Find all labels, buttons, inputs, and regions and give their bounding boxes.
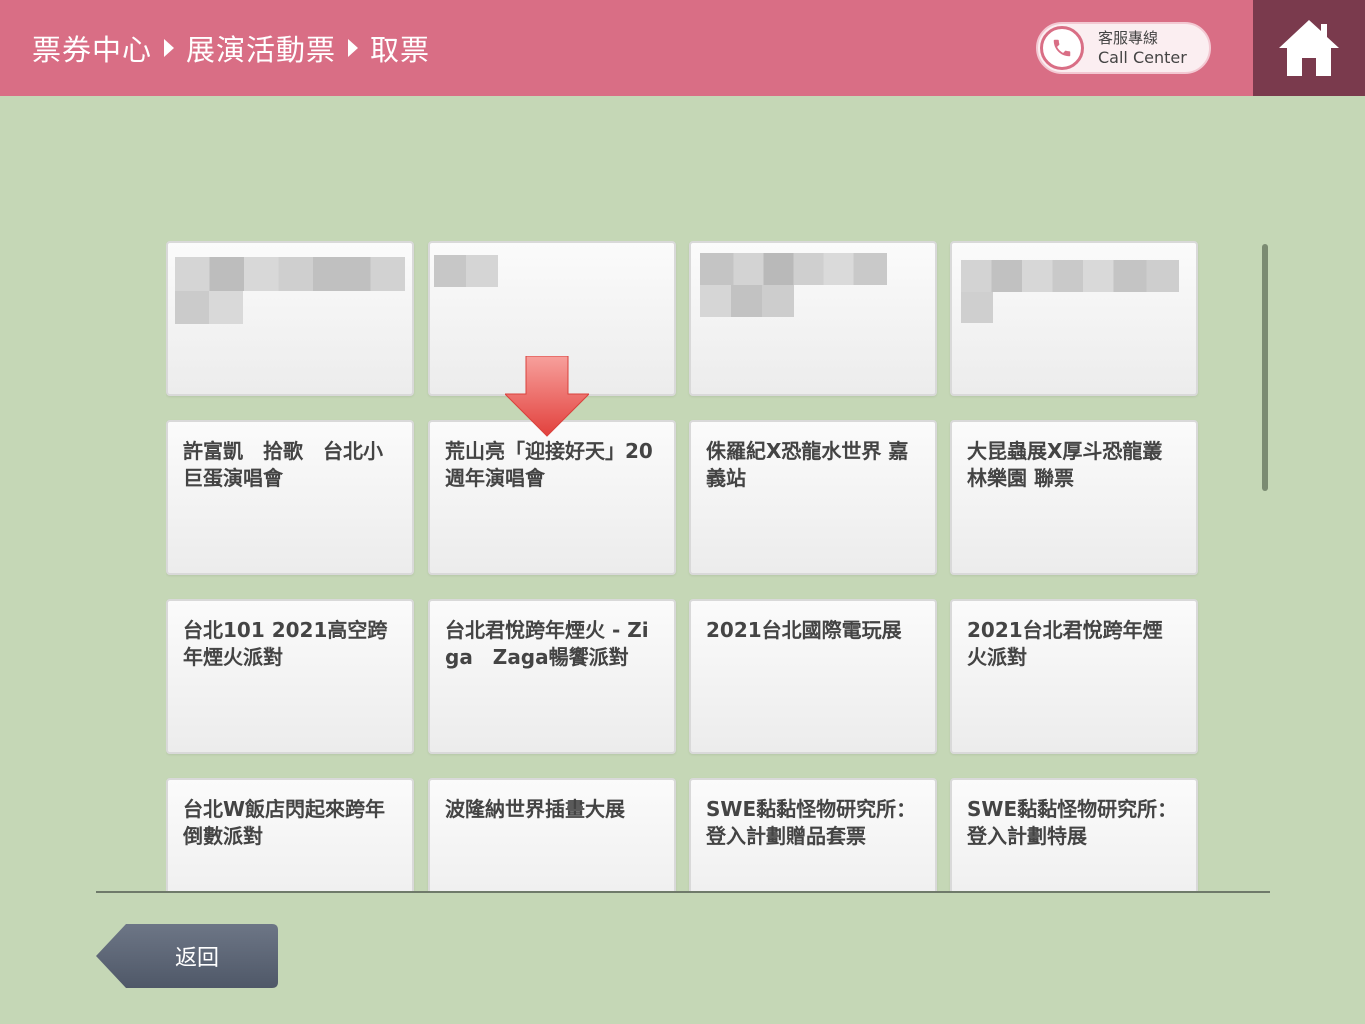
- breadcrumb: 票券中心 展演活動票 取票: [32, 28, 430, 68]
- event-tile[interactable]: 荒山亮「迎接好天」20週年演唱會: [428, 420, 676, 575]
- blurred-text: [700, 285, 794, 317]
- event-tile-title: 台北101 2021高空跨年煙火派對: [183, 618, 388, 669]
- event-tile[interactable]: [166, 241, 414, 396]
- blurred-text: [175, 291, 243, 324]
- event-tile[interactable]: 2021台北君悅跨年煙火派對: [950, 599, 1198, 754]
- header-bar: 票券中心 展演活動票 取票 客服專線 Call Center: [0, 0, 1365, 96]
- breadcrumb-item-ticket-center[interactable]: 票券中心: [32, 27, 152, 69]
- event-tile[interactable]: SWE黏黏怪物研究所：登入計劃贈品套票: [689, 778, 937, 892]
- breadcrumb-separator-icon: [164, 39, 175, 57]
- event-tile-title: SWE黏黏怪物研究所：登入計劃贈品套票: [706, 797, 917, 848]
- back-button-label: 返回: [174, 946, 219, 971]
- event-tile-title: SWE黏黏怪物研究所：登入計劃特展: [967, 797, 1178, 848]
- event-tile[interactable]: SWE黏黏怪物研究所：登入計劃特展: [950, 778, 1198, 892]
- event-tile-title: 波隆納世界插畫大展: [445, 797, 625, 821]
- event-tile[interactable]: 台北W飯店閃起來跨年倒數派對: [166, 778, 414, 892]
- event-tile[interactable]: 大昆蟲展X厚斗恐龍叢林樂園 聯票: [950, 420, 1198, 575]
- blurred-text: [961, 292, 993, 323]
- breadcrumb-item-events[interactable]: 展演活動票: [186, 27, 336, 69]
- call-center-button[interactable]: 客服專線 Call Center: [1036, 22, 1211, 74]
- phone-icon: [1040, 26, 1084, 70]
- pointer-arrow-icon: [505, 356, 589, 437]
- back-button[interactable]: 返回: [96, 924, 278, 988]
- event-tile-title: 大昆蟲展X厚斗恐龍叢林樂園 聯票: [967, 439, 1163, 490]
- event-tile[interactable]: [689, 241, 937, 396]
- call-center-label-en: Call Center: [1098, 48, 1187, 67]
- event-tile-title: 2021台北國際電玩展: [706, 618, 902, 642]
- home-icon: [1279, 20, 1339, 76]
- event-tile[interactable]: [950, 241, 1198, 396]
- event-tile-title: 許富凱 拾歌 台北小巨蛋演唱會: [183, 439, 383, 490]
- blurred-text: [434, 255, 498, 287]
- breadcrumb-separator-icon: [348, 39, 359, 57]
- call-center-label-zh: 客服專線: [1098, 29, 1159, 47]
- event-tile-title: 台北君悅跨年煙火 - Ziga Zaga暢饗派對: [445, 618, 649, 669]
- event-tile-title: 荒山亮「迎接好天」20週年演唱會: [445, 439, 653, 490]
- home-button[interactable]: [1253, 0, 1365, 96]
- event-tile[interactable]: 2021台北國際電玩展: [689, 599, 937, 754]
- event-tile[interactable]: 侏羅紀X恐龍水世界 嘉義站: [689, 420, 937, 575]
- event-tile[interactable]: 台北君悅跨年煙火 - Ziga Zaga暢饗派對: [428, 599, 676, 754]
- event-tile-grid: 許富凱 拾歌 台北小巨蛋演唱會 荒山亮「迎接好天」20週年演唱會 侏羅紀X恐龍水…: [166, 241, 1200, 892]
- breadcrumb-item-pickup: 取票: [370, 33, 431, 67]
- scrollbar[interactable]: [1262, 244, 1268, 491]
- event-tile-title: 2021台北君悅跨年煙火派對: [967, 618, 1163, 669]
- divider: [96, 891, 1270, 893]
- blurred-text: [700, 253, 887, 285]
- blurred-text: [961, 260, 1179, 292]
- event-tile-title: 台北W飯店閃起來跨年倒數派對: [183, 797, 386, 848]
- blurred-text: [175, 257, 405, 291]
- event-tile-title: 侏羅紀X恐龍水世界 嘉義站: [706, 439, 909, 490]
- event-tile[interactable]: 許富凱 拾歌 台北小巨蛋演唱會: [166, 420, 414, 575]
- event-tile[interactable]: 波隆納世界插畫大展: [428, 778, 676, 892]
- event-tile[interactable]: 台北101 2021高空跨年煙火派對: [166, 599, 414, 754]
